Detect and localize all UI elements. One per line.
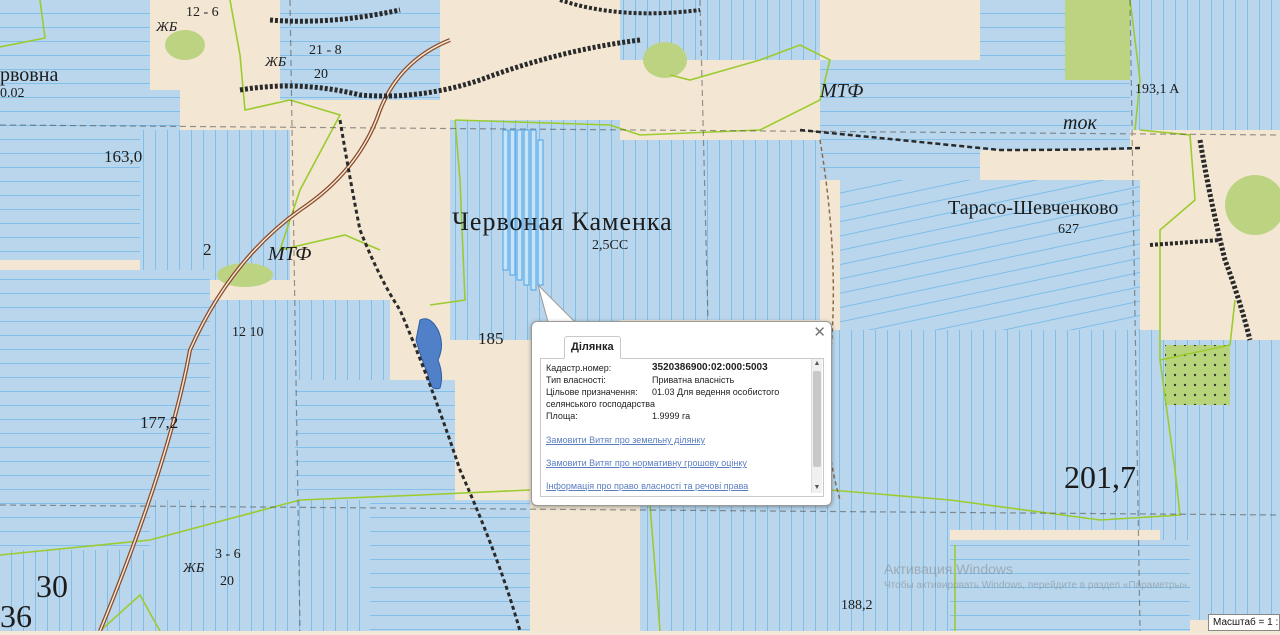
windows-activation-subtext: Чтобы активировать Windows, перейдите в …: [884, 580, 1191, 591]
label-jb-top: ЖБ: [156, 20, 178, 35]
popup-body: Кадастр.номер: 3520386900:02:000:5003 Ти…: [540, 358, 824, 497]
field-value: селянського господарства: [546, 399, 655, 409]
field-value: Приватна власність: [652, 375, 735, 385]
label-627: 627: [1058, 222, 1079, 237]
link-order-land-extract[interactable]: Замовити Витяг про земельну ділянку: [546, 434, 808, 446]
windows-activation-watermark: Активация Windows: [884, 561, 1014, 577]
label-0-02: 0.02: [0, 86, 25, 101]
elevation-185: 185: [478, 329, 504, 348]
elevation-201: 201,7: [1064, 459, 1136, 495]
popup-tabs: Ділянка: [540, 336, 823, 359]
elevation-177: 177,2: [140, 413, 179, 432]
label-mtf-west: МТФ: [268, 243, 312, 265]
label-12-6: 12 - 6: [186, 5, 219, 20]
field-value: 1.9999 га: [652, 411, 691, 421]
link-ownership-info[interactable]: Інформація про право власності та речові…: [546, 480, 808, 492]
parcel-info-popup: ✕ Ділянка Кадастр.номер: 3520386900:02:0…: [531, 321, 832, 506]
tab-parcel[interactable]: Ділянка: [564, 336, 621, 359]
scroll-thumb[interactable]: [813, 371, 821, 467]
label-2-5ss: 2,5СС: [592, 238, 629, 253]
field-purpose-cont: селянського господарства: [546, 398, 808, 410]
field-area: Площа: 1.9999 га: [546, 410, 808, 422]
field-purpose: Цільове призначення: 01.03 Для ведення о…: [546, 386, 808, 398]
label-jb-mid: ЖБ: [265, 55, 287, 70]
label-mtf-north: МТФ: [820, 80, 864, 102]
label-30: 30: [36, 568, 68, 604]
label-20-bottom: 20: [220, 574, 234, 589]
field-value: 01.03 Для ведення особистого: [652, 387, 780, 397]
label-jb-bot: ЖБ: [183, 561, 205, 576]
popup-scrollbar[interactable]: ▲ ▼: [811, 359, 822, 493]
label-tok: ток: [1063, 112, 1097, 134]
town-label-chervona-kamenka: Червоная Каменка: [452, 207, 673, 236]
scroll-down-icon[interactable]: ▼: [812, 483, 822, 493]
label-2: 2: [203, 240, 212, 259]
field-label: Площа:: [546, 411, 578, 421]
parcel-details: Кадастр.номер: 3520386900:02:000:5003 Ти…: [546, 362, 808, 492]
town-label-taraso-shevchenkovo: Тарасо-Шевченково: [948, 197, 1119, 219]
field-ownership-type: Тип власності: Приватна власність: [546, 374, 808, 386]
field-label: Кадастр.номер:: [546, 363, 612, 373]
label-20: 20: [314, 67, 328, 82]
field-value: 3520386900:02:000:5003: [652, 362, 768, 373]
scroll-up-icon[interactable]: ▲: [812, 359, 822, 369]
label-193: 193,1 Α: [1135, 82, 1180, 97]
label-12-10: 12 10: [232, 325, 264, 340]
label-36: 36: [0, 598, 32, 634]
field-label: Тип власності:: [546, 375, 606, 385]
scale-indicator: Масштаб = 1 :: [1208, 614, 1280, 631]
cadastral-map[interactable]: [0, 0, 1280, 631]
link-order-valuation-extract[interactable]: Замовити Витяг про нормативну грошову оц…: [546, 457, 808, 469]
label-21-8: 21 - 8: [309, 43, 342, 58]
town-label-west: рвовна: [0, 64, 59, 86]
label-3-6: 3 - 6: [215, 547, 241, 562]
field-cadastral-number: Кадастр.номер: 3520386900:02:000:5003: [546, 362, 808, 374]
field-label: Цільове призначення:: [546, 387, 638, 397]
elevation-163: 163,0: [104, 147, 143, 166]
label-188: 188,2: [841, 598, 873, 613]
